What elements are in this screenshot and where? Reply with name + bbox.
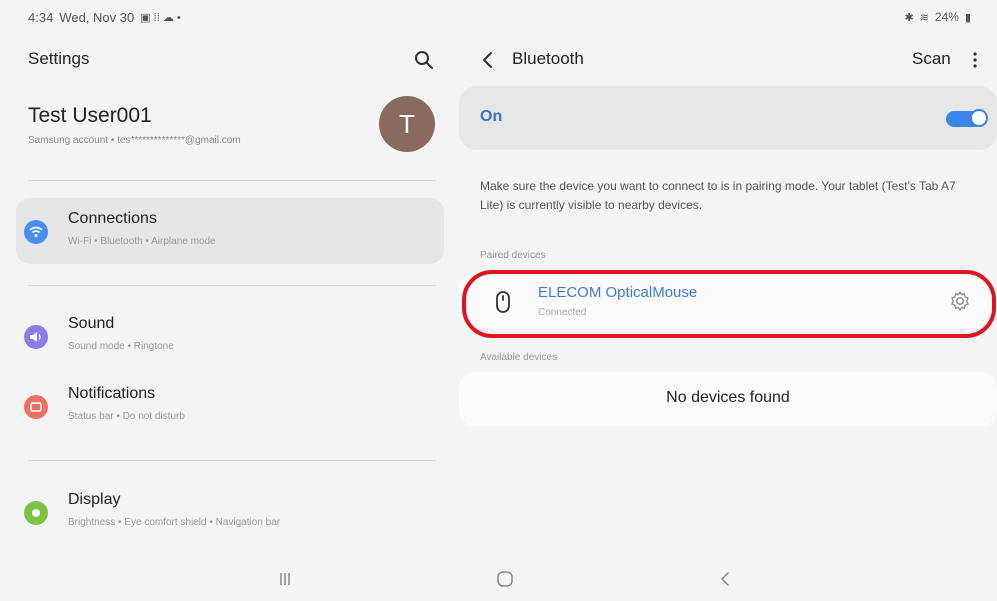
battery-icon: ▮ xyxy=(964,11,971,24)
status-time: 4:34 xyxy=(28,10,54,25)
available-devices-header: Available devices xyxy=(480,352,558,363)
menu-label: Notifications xyxy=(68,385,156,402)
search-icon[interactable] xyxy=(412,48,436,72)
home-icon[interactable] xyxy=(494,568,516,590)
toggle-label: On xyxy=(480,108,503,125)
avatar[interactable]: T xyxy=(379,96,435,152)
settings-pane: Settings Test User001 Samsung account • … xyxy=(0,36,455,556)
divider xyxy=(28,180,436,181)
wifi-status-icon: ≋ xyxy=(919,11,929,24)
navigation-bar xyxy=(0,556,997,601)
battery-percent: 24% xyxy=(934,10,959,24)
menu-label: Display xyxy=(68,491,121,508)
profile-name: Test User001 xyxy=(28,104,152,127)
back-icon[interactable] xyxy=(714,568,736,590)
status-date: Wed, Nov 30 xyxy=(59,10,135,25)
bluetooth-toggle-row[interactable]: On xyxy=(459,86,997,150)
settings-title: Settings xyxy=(28,49,90,68)
menu-sublabel: Sound mode • Ringtone xyxy=(68,341,174,352)
divider xyxy=(28,460,436,461)
divider xyxy=(28,285,436,286)
menu-item-sound[interactable]: Sound Sound mode • Ringtone xyxy=(16,303,444,369)
bluetooth-status-icon: ✱ xyxy=(904,11,914,24)
menu-item-notifications[interactable]: Notifications Status bar • Do not distur… xyxy=(16,373,444,439)
notification-icon xyxy=(24,395,48,419)
menu-sublabel: Status bar • Do not disturb xyxy=(68,411,185,422)
status-bar: 4:34 Wed, Nov 30 ▣ ⁞⁞ ☁ • ✱ ≋ 24% ▮ xyxy=(0,0,997,36)
profile-account: Samsung account • tes**************@gmai… xyxy=(28,135,241,146)
menu-item-connections[interactable]: Connections Wi-Fi • Bluetooth • Airplane… xyxy=(16,198,444,264)
highlight-annotation xyxy=(462,270,996,338)
available-devices-card: No devices found xyxy=(459,372,997,426)
wifi-icon xyxy=(24,220,48,244)
scan-button[interactable]: Scan xyxy=(912,49,951,69)
bluetooth-title: Bluetooth xyxy=(512,49,584,68)
paired-devices-header: Paired devices xyxy=(480,250,546,261)
no-devices-text: No devices found xyxy=(666,389,790,406)
back-arrow-icon[interactable] xyxy=(477,48,499,72)
menu-sublabel: Wi-Fi • Bluetooth • Airplane mode xyxy=(68,236,216,247)
menu-label: Connections xyxy=(68,210,157,227)
more-options-icon[interactable] xyxy=(967,48,983,72)
pairing-info: Make sure the device you want to connect… xyxy=(480,179,956,212)
toggle-knob xyxy=(970,109,988,127)
bluetooth-toggle[interactable] xyxy=(946,109,988,127)
speaker-icon xyxy=(24,325,48,349)
menu-label: Sound xyxy=(68,315,115,332)
recent-apps-icon[interactable] xyxy=(274,568,296,590)
notification-icons: ▣ ⁞⁞ ☁ • xyxy=(140,12,181,24)
menu-item-display[interactable]: Display Brightness • Eye comfort shield … xyxy=(16,479,444,545)
brightness-icon xyxy=(24,501,48,525)
menu-sublabel: Brightness • Eye comfort shield • Naviga… xyxy=(68,517,281,528)
